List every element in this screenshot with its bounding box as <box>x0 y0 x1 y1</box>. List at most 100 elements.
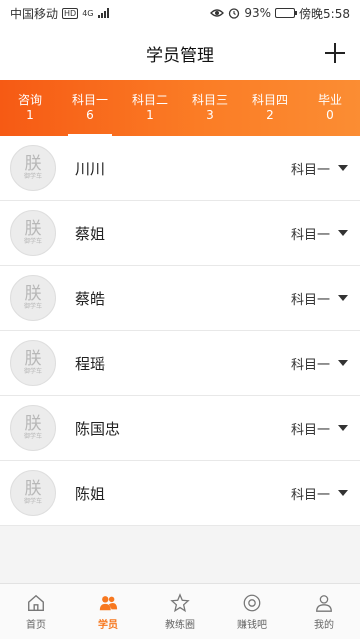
avatar: 朕御学车 <box>10 405 56 451</box>
tab-label: 毕业 <box>317 93 342 107</box>
subject-label: 科目一 <box>290 162 330 178</box>
subject-label: 科目一 <box>290 487 330 503</box>
home-icon <box>28 594 44 611</box>
network-label: 4G <box>82 8 94 18</box>
caret-down-icon <box>338 360 348 366</box>
subject-dropdown[interactable]: 科目一 <box>291 354 348 373</box>
bottom-nav-label: 学员 <box>98 619 118 631</box>
caret-down-icon <box>338 295 348 301</box>
subject-tabs: 咨询 1 科目一 6 科目二 1 科目三 3 科目四 2 毕业 0 <box>0 80 360 136</box>
avatar: 朕御学车 <box>10 210 56 256</box>
student-name: 陈姐 <box>75 484 106 503</box>
student-name: 川川 <box>75 159 106 178</box>
caret-down-icon <box>338 425 348 431</box>
bottom-nav-home[interactable]: 首页 <box>0 584 72 639</box>
avatar-logo-glyph: 朕 <box>24 349 42 369</box>
page-title: 学员管理 <box>146 45 214 66</box>
bottom-nav: 首页 学员 教练圈 赚钱吧 我的 <box>0 583 360 639</box>
battery-percent: 93% <box>244 6 272 20</box>
avatar: 朕御学车 <box>10 275 56 321</box>
avatar: 朕御学车 <box>10 470 56 516</box>
tab-subject-0[interactable]: 咨询 1 <box>0 80 60 136</box>
caret-down-icon <box>338 490 348 496</box>
student-name: 程瑶 <box>75 354 106 373</box>
tab-label: 科目二 <box>131 93 168 107</box>
bottom-nav-earn[interactable]: 赚钱吧 <box>216 584 288 639</box>
tab-subject-2[interactable]: 科目二 1 <box>120 80 180 136</box>
bottom-nav-label: 首页 <box>26 619 46 631</box>
carrier-label: 中国移动 <box>10 6 59 21</box>
bottom-nav-students[interactable]: 学员 <box>72 584 144 639</box>
subject-dropdown[interactable]: 科目一 <box>291 419 348 438</box>
hd-badge: HD <box>62 7 79 19</box>
profile-icon <box>316 594 332 612</box>
signal-icon <box>97 8 109 18</box>
tab-subject-4[interactable]: 科目四 2 <box>240 80 300 136</box>
avatar: 朕御学车 <box>10 145 56 191</box>
student-row[interactable]: 朕御学车 陈国忠 科目一 <box>0 396 360 461</box>
subject-label: 科目一 <box>290 227 330 243</box>
avatar-logo-caption: 御学车 <box>23 433 42 440</box>
tab-count: 2 <box>266 108 274 122</box>
status-time: 傍晚5:58 <box>299 6 350 21</box>
eye-icon <box>210 9 225 17</box>
tab-count: 0 <box>326 108 334 122</box>
tab-label: 科目三 <box>191 93 228 107</box>
tab-count: 1 <box>146 108 154 122</box>
student-name: 陈国忠 <box>75 419 121 438</box>
students-icon <box>99 595 118 610</box>
alarm-icon <box>229 8 240 19</box>
battery-icon <box>275 8 298 18</box>
subject-label: 科目一 <box>290 422 330 438</box>
avatar-logo-caption: 御学车 <box>23 238 42 245</box>
student-list: 朕御学车 川川 科目一朕御学车 蔡姐 科目一朕御学车 蔡皓 科目一朕御学车 程瑶 科目一朕御学车… <box>0 136 360 526</box>
avatar-logo-glyph: 朕 <box>24 219 42 239</box>
avatar-logo-caption: 御学车 <box>23 303 42 310</box>
student-row[interactable]: 朕御学车 程瑶 科目一 <box>0 331 360 396</box>
nav-bar: 学员管理 <box>0 26 360 80</box>
avatar-logo-caption: 御学车 <box>23 173 42 180</box>
caret-down-icon <box>338 230 348 236</box>
tab-subject-1[interactable]: 科目一 6 <box>60 80 120 136</box>
avatar-logo-glyph: 朕 <box>24 154 42 174</box>
avatar-logo-caption: 御学车 <box>23 368 42 375</box>
subject-dropdown[interactable]: 科目一 <box>291 159 348 178</box>
coach-circle-icon <box>170 592 190 612</box>
tab-count: 6 <box>86 108 94 122</box>
subject-label: 科目一 <box>290 357 330 373</box>
bottom-nav-label: 赚钱吧 <box>237 619 267 631</box>
bottom-nav-label: 教练圈 <box>165 619 195 631</box>
caret-down-icon <box>338 165 348 171</box>
tab-label: 科目四 <box>251 93 288 107</box>
tab-subject-5[interactable]: 毕业 0 <box>300 80 360 136</box>
avatar-logo-glyph: 朕 <box>24 414 42 434</box>
status-right: 93% 傍晚5:58 <box>210 5 350 22</box>
student-row[interactable]: 朕御学车 陈姐 科目一 <box>0 461 360 526</box>
avatar-logo-glyph: 朕 <box>24 479 42 499</box>
avatar-logo-glyph: 朕 <box>24 284 42 304</box>
subject-label: 科目一 <box>290 292 330 308</box>
bottom-nav-profile[interactable]: 我的 <box>288 584 360 639</box>
plus-icon <box>325 43 345 63</box>
subject-dropdown[interactable]: 科目一 <box>291 224 348 243</box>
tab-label: 咨询 <box>17 93 42 107</box>
avatar-logo-caption: 御学车 <box>23 498 42 505</box>
student-row[interactable]: 朕御学车 蔡姐 科目一 <box>0 201 360 266</box>
bottom-nav-label: 我的 <box>314 619 334 631</box>
student-row[interactable]: 朕御学车 蔡皓 科目一 <box>0 266 360 331</box>
subject-dropdown[interactable]: 科目一 <box>291 484 348 503</box>
earn-icon <box>243 594 261 611</box>
student-name: 蔡姐 <box>75 224 106 243</box>
tab-label: 科目一 <box>71 93 108 107</box>
student-row[interactable]: 朕御学车 川川 科目一 <box>0 136 360 201</box>
status-bar: 中国移动 HD 4G 93% 傍晚5:58 <box>0 0 360 26</box>
add-student-button[interactable] <box>320 38 350 68</box>
student-name: 蔡皓 <box>75 289 106 308</box>
subject-dropdown[interactable]: 科目一 <box>291 289 348 308</box>
tab-subject-3[interactable]: 科目三 3 <box>180 80 240 136</box>
status-left: 中国移动 HD 4G <box>10 5 109 22</box>
bottom-nav-coach-circle[interactable]: 教练圈 <box>144 584 216 639</box>
avatar: 朕御学车 <box>10 340 56 386</box>
tab-count: 3 <box>206 108 214 122</box>
tab-count: 1 <box>26 108 34 122</box>
